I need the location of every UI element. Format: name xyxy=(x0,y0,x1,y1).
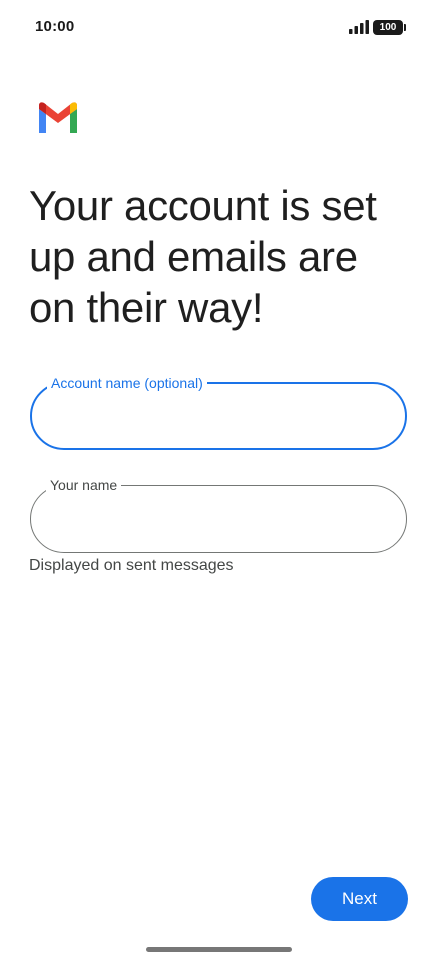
your-name-helper-text: Displayed on sent messages xyxy=(29,557,234,574)
status-time: 10:00 xyxy=(35,18,75,35)
gmail-logo-icon xyxy=(39,102,77,133)
gesture-navigation-bar[interactable] xyxy=(146,947,292,952)
your-name-label: Your name xyxy=(46,476,122,494)
signal-bars-icon xyxy=(349,20,369,34)
account-name-field[interactable]: Account name (optional) xyxy=(30,374,407,450)
your-name-input[interactable] xyxy=(51,502,381,534)
next-button[interactable]: Next xyxy=(311,877,408,921)
your-name-field[interactable]: Your name xyxy=(30,476,407,553)
account-name-label: Account name (optional) xyxy=(47,374,207,392)
page-title: Your account is set up and emails are on… xyxy=(29,182,377,331)
battery-icon: 100 xyxy=(373,20,406,35)
account-name-input[interactable] xyxy=(52,400,382,432)
status-bar: 10:00 100 xyxy=(0,0,437,56)
